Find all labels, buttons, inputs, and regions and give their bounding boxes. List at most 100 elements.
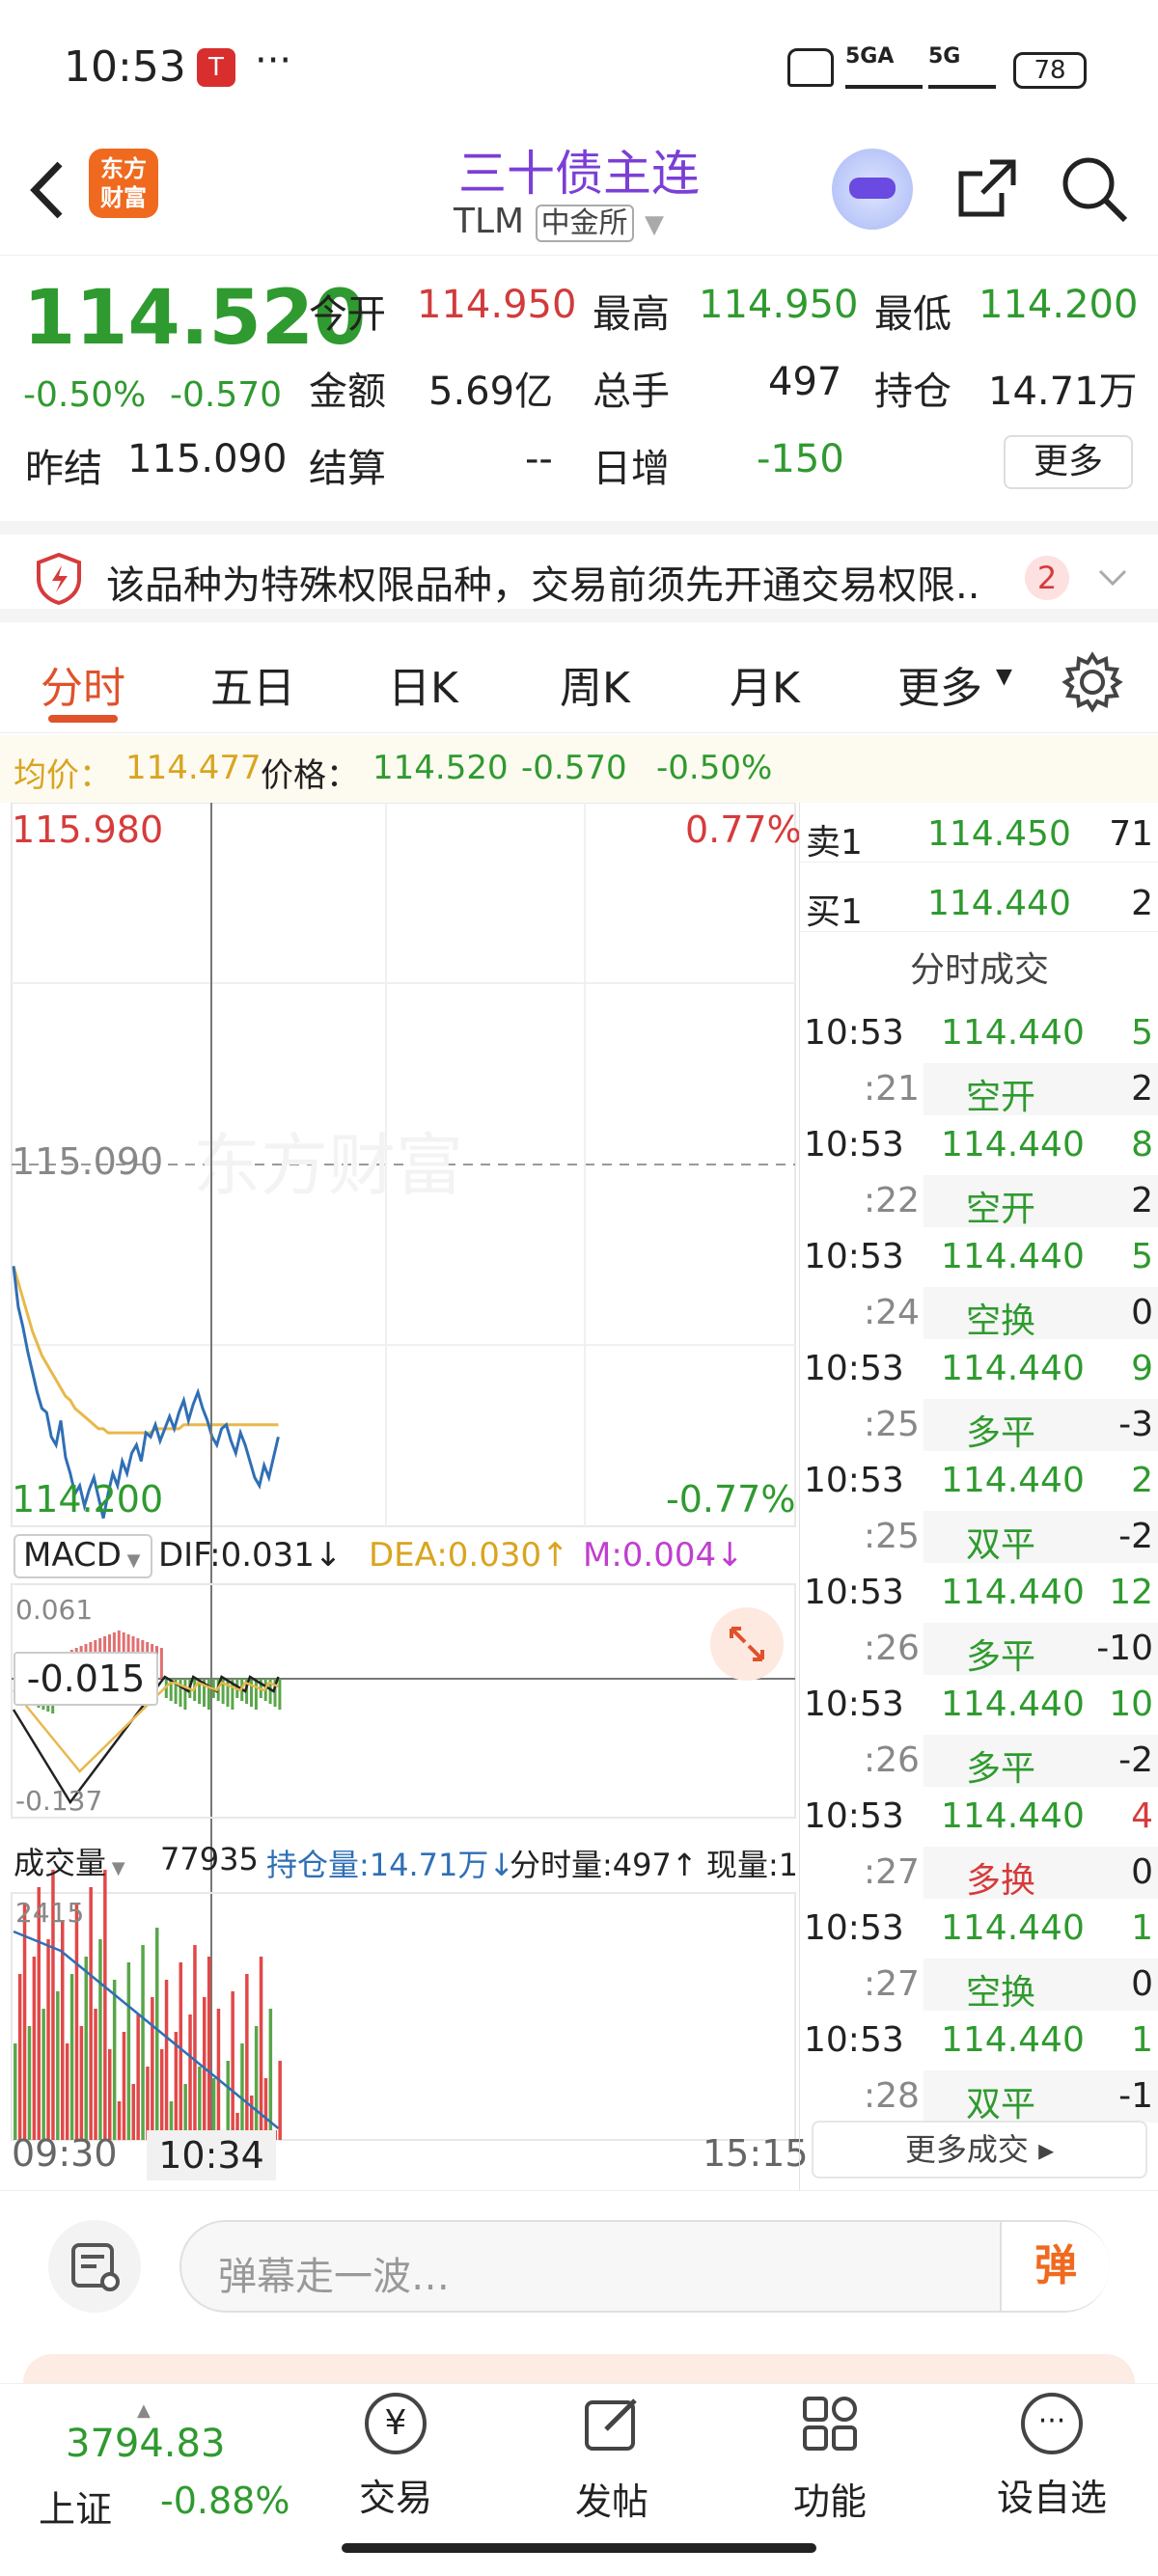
volume-bar: [89, 1887, 93, 2140]
volume-label: 总手: [593, 370, 670, 414]
tick-type: 多换: [966, 1861, 1036, 1901]
more-quote-button[interactable]: 更多: [1004, 435, 1133, 489]
tick-price: 114.440: [941, 1573, 1085, 1612]
tick-type: 双平: [966, 1525, 1036, 1565]
tick-detail-row: :25 多平 -3: [800, 1397, 1158, 1453]
contract-info[interactable]: TLM 中金所 ▼: [454, 199, 704, 242]
home-indicator: [342, 2543, 816, 2553]
signal-label-2: 5G: [928, 44, 961, 69]
tick-oi-change: 2: [1131, 1181, 1153, 1220]
time-start: 09:30: [12, 2132, 118, 2175]
logo-text-2: 财富: [100, 184, 147, 211]
volume-bar: [32, 1957, 37, 2140]
amount-value: 5.69亿: [428, 370, 554, 414]
tick-row: 10:53 114.440 12: [800, 1565, 1158, 1621]
tick-time: 10:53: [804, 1796, 904, 1836]
chevron-down-icon[interactable]: [1096, 563, 1129, 592]
volume-bar: [41, 2009, 45, 2140]
tick-seconds: :25: [864, 1405, 920, 1444]
ask-volume: 71: [1109, 814, 1153, 854]
tick-seconds: :26: [864, 1629, 920, 1668]
macd-m: M:0.004↓: [583, 1536, 744, 1575]
macd-bar: [159, 1648, 163, 1679]
tick-time: 10:53: [804, 1237, 904, 1276]
tick-time: 10:53: [804, 1125, 904, 1165]
back-icon[interactable]: [23, 156, 71, 224]
tab-intraday[interactable]: 分时: [41, 653, 125, 715]
logo-text-1: 东方: [100, 155, 147, 182]
danmaku-input[interactable]: 弹幕走一波… 弹: [179, 2220, 1110, 2313]
bid-row: 买1 114.440 2: [800, 876, 1158, 932]
tick-time: 10:53: [804, 1685, 904, 1724]
page-title: 三十债主连: [458, 146, 700, 202]
tab-month-k[interactable]: 月K: [730, 653, 800, 715]
chart-tabs: 分时 五日 日K 周K 月K 更多 ▼: [0, 622, 1158, 733]
tick-seconds: :22: [864, 1181, 920, 1220]
danmaku-settings-icon[interactable]: [48, 2220, 141, 2313]
more-ticks-label: 更多成交: [904, 2131, 1029, 2168]
app-logo: 东方 财富: [89, 149, 158, 218]
danmaku-placeholder: 弹幕走一波…: [218, 2255, 450, 2299]
trade-icon: ¥: [365, 2393, 427, 2454]
axis-bottom-price: 114.200: [12, 1478, 164, 1521]
volume-bar: [84, 1957, 88, 2140]
price-value: 114.520: [372, 749, 509, 787]
mute-icon: [787, 48, 834, 87]
volume-bar: [278, 2061, 282, 2140]
index-value: 3794.83: [66, 2422, 226, 2466]
macd-selector[interactable]: MACD ▼: [14, 1534, 152, 1578]
volume-bar: [174, 2032, 179, 2140]
tick-time: 10:53: [804, 1573, 904, 1612]
share-icon[interactable]: [953, 154, 1021, 222]
tick-type-bg: [924, 1959, 1158, 2011]
tick-type-bg: [924, 1287, 1158, 1339]
volume-bar: [27, 2026, 32, 2140]
macd-dif: DIF:0.031↓: [158, 1536, 343, 1575]
volume-selector[interactable]: 成交量 ▼: [14, 1839, 152, 1883]
settle-value: --: [525, 437, 553, 481]
search-icon[interactable]: [1060, 154, 1129, 224]
tab-day-k[interactable]: 日K: [388, 653, 458, 715]
more-chevron-icon: ▼: [996, 665, 1012, 689]
volume-bar: [98, 1939, 102, 2140]
ai-assistant-icon[interactable]: [832, 149, 913, 230]
tab-week-k[interactable]: 周K: [560, 653, 630, 715]
tick-detail-row: :27 多换 0: [800, 1845, 1158, 1901]
tick-type: 双平: [966, 2085, 1036, 2124]
bid-price: 114.440: [927, 884, 1071, 923]
tick-time: 10:53: [804, 1013, 904, 1053]
tick-detail-row: :22 空开 2: [800, 1173, 1158, 1229]
status-bar: 10:53 T ··· 5GA 5G 78: [0, 0, 1158, 135]
tab-more[interactable]: 更多: [897, 653, 982, 715]
tick-oi-change: 0: [1131, 1293, 1153, 1332]
tick-time: 10:53: [804, 1349, 904, 1388]
tick-price: 114.440: [941, 2020, 1085, 2060]
tick-price: 114.440: [941, 1013, 1085, 1053]
tick-price: 114.440: [941, 1796, 1085, 1836]
crosshair-value-tag: -0.015: [14, 1652, 158, 1706]
permission-notice[interactable]: 该品种为特殊权限品种，交易前须先开通交易权限.. 2: [0, 521, 1158, 622]
index-name: 上证: [39, 2488, 113, 2531]
tab-five-day[interactable]: 五日: [210, 653, 295, 715]
danmaku-send-button[interactable]: 弹: [1000, 2222, 1110, 2311]
watchlist-label: 设自选: [996, 2477, 1107, 2519]
more-ticks-button[interactable]: 更多成交 ▸: [812, 2121, 1147, 2179]
expand-icon[interactable]: [710, 1607, 784, 1681]
ticks-title: 分时成交: [909, 950, 1049, 990]
intraday-chart[interactable]: 东方财富 115.980 0.77% 115.090 114.200 -0.77…: [0, 803, 809, 2190]
notice-count-badge: 2: [1025, 556, 1069, 600]
tick-oi-change: 0: [1131, 1964, 1153, 2004]
grid-icon: [803, 2397, 857, 2451]
post-button[interactable]: 发帖: [564, 2393, 660, 2537]
trade-button[interactable]: ¥ 交易: [347, 2393, 444, 2537]
function-button[interactable]: 功能: [782, 2393, 878, 2537]
tick-price: 114.440: [941, 1349, 1085, 1388]
oi-value: 14.71万: [988, 370, 1138, 414]
index-pct: -0.88%: [160, 2480, 290, 2522]
tick-price: 114.440: [941, 1908, 1085, 1948]
macd-dea: DEA:0.030↑: [369, 1536, 569, 1575]
index-ticker[interactable]: ▲ 3794.83 上证 -0.88%: [19, 2400, 309, 2545]
add-watchlist-button[interactable]: ··· 设自选: [984, 2393, 1119, 2537]
tick-volume: 5: [1131, 1013, 1153, 1053]
settings-gear-icon[interactable]: [1062, 651, 1123, 713]
